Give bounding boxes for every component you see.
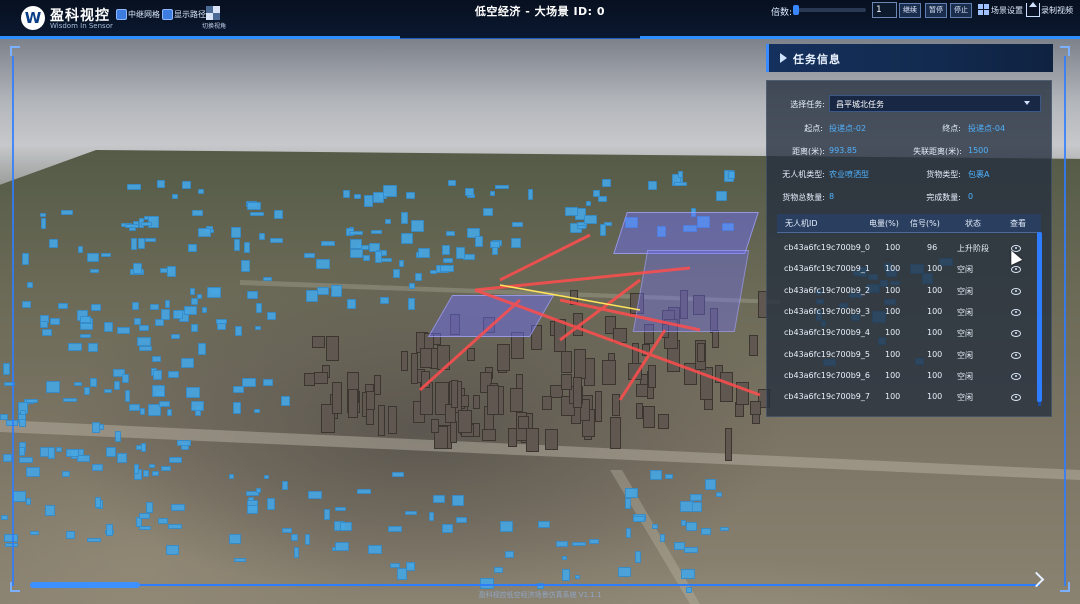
eye-icon[interactable] [1011,266,1021,274]
camera-view-label: 切换视角 [202,23,227,30]
eye-icon[interactable] [1011,372,1021,380]
eye-icon[interactable] [1011,351,1021,359]
table-row[interactable]: cb43a6fc19c700b9_6 100 100 空闲 [777,365,1037,386]
speed-slider-thumb[interactable] [793,5,799,15]
drone-type-label: 无人机类型: [782,170,825,179]
table-scrollbar-thumb[interactable] [1037,232,1042,402]
speed-label: 倍数: [771,8,793,18]
column-header-view[interactable]: 查看 [1010,218,1026,229]
frame-left [12,56,14,586]
top-accent-line [640,36,1080,39]
scene-settings-button[interactable]: 场景设置 [991,5,1023,16]
select-task-label: 选择任务: [790,100,825,109]
chevron-down-icon[interactable] [1024,101,1030,105]
route-line [499,233,591,282]
signal-cell: 100 [927,306,943,316]
eye-icon[interactable] [1011,330,1021,338]
column-header-drone-id[interactable]: 无人机ID [785,218,818,229]
cargo-total-value: 8 [829,192,835,201]
top-accent-line [0,36,400,39]
status-cell: 空闲 [957,329,973,339]
column-header-battery[interactable]: 电量(%) [869,218,899,229]
start-label: 起点: [804,124,823,133]
task-panel-title: 任务信息 [793,53,841,66]
corner-marker [1060,46,1070,56]
footer-text: 盈科视控低空经济场景仿真系统 V1.1.1 [478,591,602,599]
status-cell: 上升阶段 [957,244,989,253]
cargo-total-label: 货物总数量: [782,193,825,202]
signal-cell: 96 [927,243,938,252]
drone-type-value: 农业喷洒型 [829,170,869,179]
lost-distance-value: 1500 [968,146,989,155]
drone-id-cell: cb43a6fc19c700b9_0 [784,243,870,252]
drone-id-cell: cb43a6fc19c700b9_5 [784,349,870,359]
status-cell: 空闲 [957,286,973,296]
done-count-label: 完成数量: [926,193,961,202]
battery-cell: 100 [885,306,901,316]
battery-cell: 100 [885,243,901,252]
cargo-type-label: 货物类型: [926,170,961,179]
status-cell: 空闲 [957,307,973,317]
drone-id-cell: cb43a6fc19c700b9_3 [784,306,870,316]
frame-right [1064,56,1066,586]
column-header-status[interactable]: 状态 [965,218,981,229]
signal-cell: 100 [927,264,943,274]
drone-id-cell: cb43a6fc19c700b9_2 [784,285,870,295]
status-cell: 空闲 [957,265,973,275]
record-video-button[interactable]: 录制视频 [1041,5,1073,16]
task-select[interactable]: 昌平城北任务 [829,95,1041,112]
speed-slider[interactable] [794,8,866,12]
record-video-icon[interactable] [1026,2,1040,17]
start-value: 投递点-02 [829,124,867,133]
end-label: 终点: [942,124,961,133]
route-line [418,298,522,392]
logo-subtitle: Wisdom In Sensor [50,22,113,30]
cargo-type-value: 包裹A [968,170,990,179]
drone-id-cell: cb43a6fc19c700b9_4 [784,328,870,338]
signal-cell: 100 [927,285,943,295]
table-row[interactable]: cb43a6fc19c700b9_3 100 100 空闲 [777,301,1037,322]
eye-icon[interactable] [1011,308,1021,316]
column-header-signal[interactable]: 信号(%) [910,218,940,229]
stop-button[interactable]: 停止 [950,3,972,18]
route-line [618,329,667,401]
continue-button[interactable]: 继续 [899,3,921,18]
status-cell: 空闲 [957,371,973,381]
distance-value: 993.85 [829,146,857,155]
drone-id-cell: cb43a6fc19c700b9_7 [784,392,870,402]
timeline-track[interactable] [30,584,1040,586]
speed-input[interactable]: 1 [872,2,897,18]
eye-icon[interactable] [1011,287,1021,295]
drone-id-cell: cb43a6fc19c700b9_6 [784,370,870,380]
triangle-right-icon [780,53,787,63]
battery-cell: 100 [885,370,901,380]
table-row[interactable]: cb43a6fc19c700b9_2 100 100 空闲 [777,280,1037,301]
signal-cell: 100 [927,349,943,359]
status-cell: 空闲 [957,350,973,360]
signal-cell: 100 [927,392,943,402]
corner-marker [10,46,20,56]
battery-cell: 100 [885,328,901,338]
battery-cell: 100 [885,392,901,402]
pause-button[interactable]: 暂停 [925,3,947,18]
table-row[interactable]: cb43a6fc19c700b9_4 100 100 空闲 [777,322,1037,343]
lost-distance-label: 失联距离(米): [913,147,962,156]
distance-label: 距离(米): [792,147,825,156]
table-row[interactable]: cb43a6fc19c700b9_7 100 100 空闲 [777,386,1037,407]
scene-settings-icon[interactable] [978,4,989,15]
battery-cell: 100 [885,285,901,295]
signal-cell: 100 [927,370,943,380]
table-row[interactable]: cb43a6fc19c700b9_5 100 100 空闲 [777,344,1037,365]
drone-id-cell: cb43a6fc19c700b9_1 [784,264,870,274]
table-row[interactable]: cb43a6fc19c700b9_0 100 96 上升阶段 [777,237,1037,258]
eye-icon[interactable] [1011,394,1021,402]
done-count-value: 0 [968,192,974,201]
battery-cell: 100 [885,264,901,274]
status-cell: 空闲 [957,393,973,403]
battery-cell: 100 [885,349,901,359]
table-row[interactable]: cb43a6fc19c700b9_1 100 100 空闲 [777,258,1037,279]
timeline-progress[interactable] [30,582,140,588]
signal-cell: 100 [927,328,943,338]
end-value: 投递点-04 [968,124,1006,133]
